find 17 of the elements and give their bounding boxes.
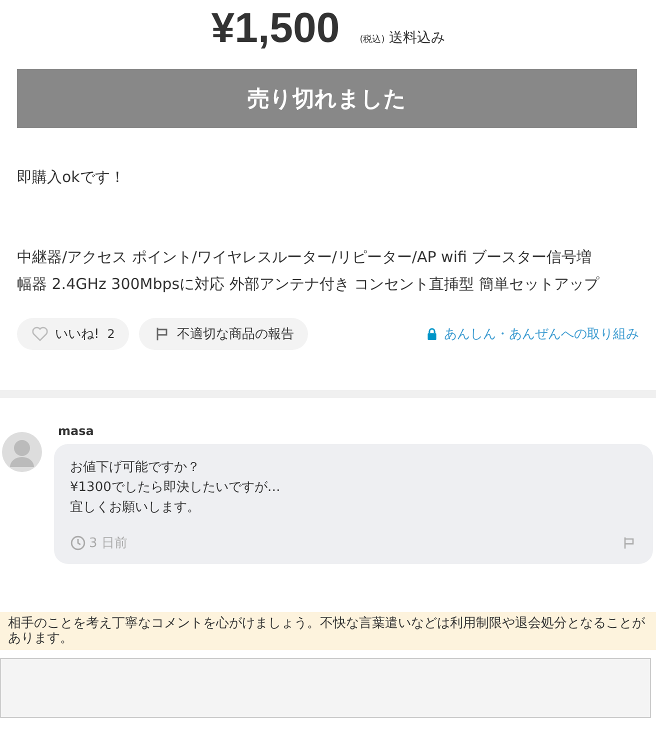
lock-icon xyxy=(426,327,438,341)
comment-field[interactable] xyxy=(0,658,651,718)
description-text: 即購入okです！ xyxy=(17,167,126,188)
comment-text: ¥1300でしたら即決したいですが… xyxy=(70,479,282,497)
description-text: 中継器/アクセス ポイント/ワイヤレスルーター/リピーター/AP wifi ブースター信号増幅器 2.4GHz 300Mbpsに対応 外部アンテナ付き コンセント直挿型 簡単セットアップ xyxy=(17,247,600,295)
price: ¥1,500 xyxy=(211,4,340,52)
avatar-icon xyxy=(2,432,42,472)
comment-text: 宜しくお願いします。 xyxy=(70,499,201,517)
report-button[interactable]: 不適切な商品の報告 xyxy=(138,318,308,350)
shipping-note: 送料込み xyxy=(388,29,445,47)
comment-time: 3 日前 xyxy=(89,535,128,552)
like-button[interactable]: いいね! 2 xyxy=(17,318,129,350)
comment-text: お値下げ可能ですか？ xyxy=(70,459,201,477)
tax-note: (税込) xyxy=(360,34,385,46)
clock-icon xyxy=(70,535,86,551)
comment-notice: 相手のことを考え丁寧なコメントを心がけましょう。不快な言葉遣いなどは利用制限や退会処分となることがあります。 xyxy=(0,612,656,650)
comment-username: masa xyxy=(58,424,95,440)
